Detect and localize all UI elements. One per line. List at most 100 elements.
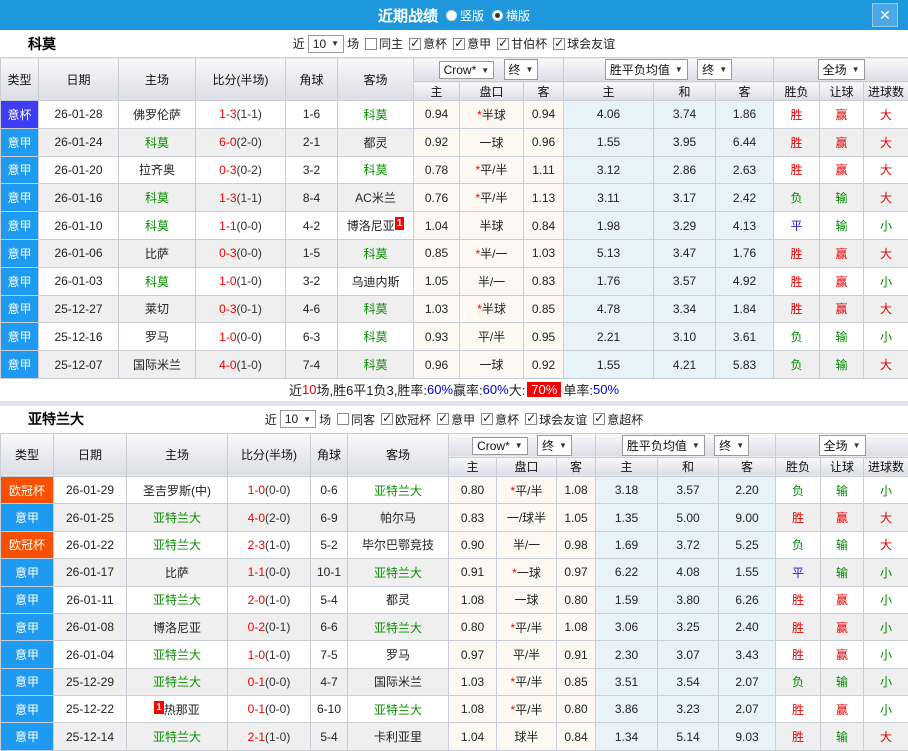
scope-select[interactable]: 全场 ▼ [818, 434, 866, 456]
avg-away-cell: 4.92 [714, 266, 775, 296]
checkbox-checked-icon[interactable] [497, 36, 510, 50]
league-filter-item[interactable]: 欧冠杯 [375, 411, 431, 428]
result-cell: 胜 [773, 238, 821, 268]
avg-home-cell: 1.55 [563, 350, 654, 379]
league-filter-item[interactable]: 球会友谊 [519, 411, 587, 428]
avg-home-cell: 5.13 [563, 238, 654, 268]
odds-source-select[interactable]: Crow* ▼ [472, 436, 528, 455]
subcol-avg-home: 主 [563, 81, 654, 101]
league-filter-label: 意杯 [495, 412, 520, 427]
checkbox-checked-icon[interactable] [453, 36, 466, 50]
summary-segment: 70% [527, 382, 562, 398]
avg-away-cell: 1.84 [714, 294, 775, 324]
handicap-result-cell: 赢 [820, 695, 865, 724]
home-odds-cell: 1.08 [448, 585, 497, 614]
mean-select[interactable]: 胜平负均值 ▼ [604, 59, 688, 80]
checkbox-checked-icon[interactable] [381, 411, 394, 426]
checkbox-checked-icon[interactable] [553, 36, 566, 50]
handicap-result-cell: 输 [819, 211, 865, 240]
checkbox-checked-icon[interactable] [593, 411, 606, 426]
handicap-cell: 球半 [496, 722, 557, 751]
mean-select[interactable]: 胜平负均值 ▼ [621, 434, 705, 456]
handicap-cell: 平/半 [459, 322, 524, 352]
league-filter-item[interactable]: 意甲 [431, 411, 475, 428]
close-button[interactable]: ✕ [872, 3, 898, 27]
odds-time-select[interactable]: 终 ▼ [537, 434, 572, 456]
league-filter-label: 欧冠杯 [395, 412, 432, 427]
league-filter-item[interactable]: 意甲 [447, 35, 491, 52]
league-badge: 意甲 [0, 612, 54, 642]
checkbox-checked-icon[interactable] [409, 36, 422, 50]
scope-select[interactable]: 全场 ▼ [817, 59, 865, 80]
home-team-cell: 科莫 [118, 183, 196, 213]
same-venue-label: 同主 [379, 37, 404, 51]
chevron-down-icon: ▼ [525, 65, 534, 74]
handicap-cell: *平/半 [496, 475, 557, 505]
mean-time-select[interactable]: 终 ▼ [697, 59, 733, 80]
league-badge: 意甲 [0, 294, 39, 324]
home-odds-cell: 0.80 [448, 612, 497, 642]
checkbox-checked-icon[interactable] [525, 411, 538, 426]
radio-checked-icon[interactable] [492, 9, 503, 21]
date-cell: 26-01-16 [38, 183, 119, 213]
goals-result-cell: 小 [863, 475, 908, 505]
radio-unchecked-icon[interactable] [445, 9, 457, 21]
result-cell: 负 [775, 530, 822, 560]
away-team-cell: 亚特兰大 [347, 612, 449, 642]
avg-home-cell: 3.51 [595, 667, 658, 697]
select-value: Crow* [443, 63, 477, 77]
matches-table: 类型 日期 主场 比分(半场) 角球 客场 Crow* ▼ 终 ▼ 胜平负均值 ▼ 终… [0, 57, 908, 379]
match-count-select[interactable]: 10 ▼ [307, 34, 345, 53]
checkbox-checked-icon[interactable] [481, 411, 494, 426]
subcol-odds-away: 客 [556, 456, 596, 477]
home-team-cell: 亚特兰大 [126, 667, 228, 697]
goals-result-cell: 大 [863, 503, 908, 532]
subcol-handicap: 盘口 [496, 456, 557, 477]
odds-time-select[interactable]: 终 ▼ [503, 59, 539, 80]
checkbox-checked-icon[interactable] [437, 411, 450, 426]
result-cell: 负 [773, 322, 821, 352]
match-row: 欧冠杯 26-01-29 圣吉罗斯(中) 1-0(0-0) 0-6 亚特兰大 0.80 *平/… [0, 475, 908, 505]
score-cell: 1-0(0-0) [195, 322, 286, 352]
league-filter-item[interactable]: 意杯 [403, 35, 447, 52]
home-team-cell: 亚特兰大 [126, 640, 228, 669]
chevron-down-icon: ▼ [303, 414, 312, 424]
mean-time-select[interactable]: 终 ▼ [714, 434, 750, 456]
match-row: 意甲 26-01-03 科莫 1-0(1-0) 3-2 乌迪内斯 1.05 半/一 0.83 1.… [0, 266, 908, 296]
score-cell: 1-1(0-0) [227, 558, 311, 587]
match-count-select[interactable]: 10 ▼ [279, 410, 317, 429]
score-cell: 1-0(0-0) [227, 475, 311, 505]
home-team-cell: 博洛尼亚 [126, 612, 228, 642]
league-filter-item[interactable]: 意杯 [475, 411, 519, 428]
avg-away-cell: 2.20 [717, 475, 777, 505]
filter-controls: 近 10 ▼ 场 同主 意杯 意甲 甘伯杯 球会友谊 [292, 34, 615, 53]
col-score: 比分(半场) [195, 57, 286, 101]
away-team-cell: 科莫 [337, 100, 414, 129]
score-cell: 4-0(1-0) [195, 350, 286, 379]
near-label: 近 [292, 37, 305, 51]
layout-radio-vertical[interactable]: 竖版 [445, 7, 484, 24]
radio-label: 横版 [506, 8, 531, 23]
score-cell: 0-2(0-1) [227, 612, 311, 642]
handicap-cell: 一球 [459, 127, 524, 157]
avg-home-cell: 1.35 [595, 503, 658, 532]
home-team-cell: 佛罗伦萨 [118, 100, 196, 129]
league-filter-label: 甘伯杯 [511, 37, 548, 51]
same-venue-checkbox[interactable] [337, 413, 350, 426]
avg-draw-cell: 3.72 [657, 530, 719, 560]
home-odds-cell: 0.80 [448, 475, 497, 505]
league-filter-item[interactable]: 意超杯 [587, 411, 643, 428]
select-value: Crow* [477, 438, 510, 453]
league-filter-item[interactable]: 甘伯杯 [491, 35, 547, 52]
away-odds-cell: 1.08 [556, 475, 596, 505]
corners-cell: 7-5 [310, 640, 348, 669]
league-badge: 意甲 [0, 503, 54, 532]
league-filter-item[interactable]: 球会友谊 [547, 35, 615, 52]
handicap-result-cell: 赢 [819, 294, 865, 324]
odds-source-select[interactable]: Crow* ▼ [438, 61, 495, 79]
league-filter-label: 意甲 [467, 37, 492, 51]
away-odds-cell: 0.80 [556, 585, 596, 614]
close-icon: ✕ [879, 7, 891, 23]
same-venue-checkbox[interactable] [365, 37, 378, 50]
layout-radio-horizontal[interactable]: 横版 [492, 7, 530, 24]
